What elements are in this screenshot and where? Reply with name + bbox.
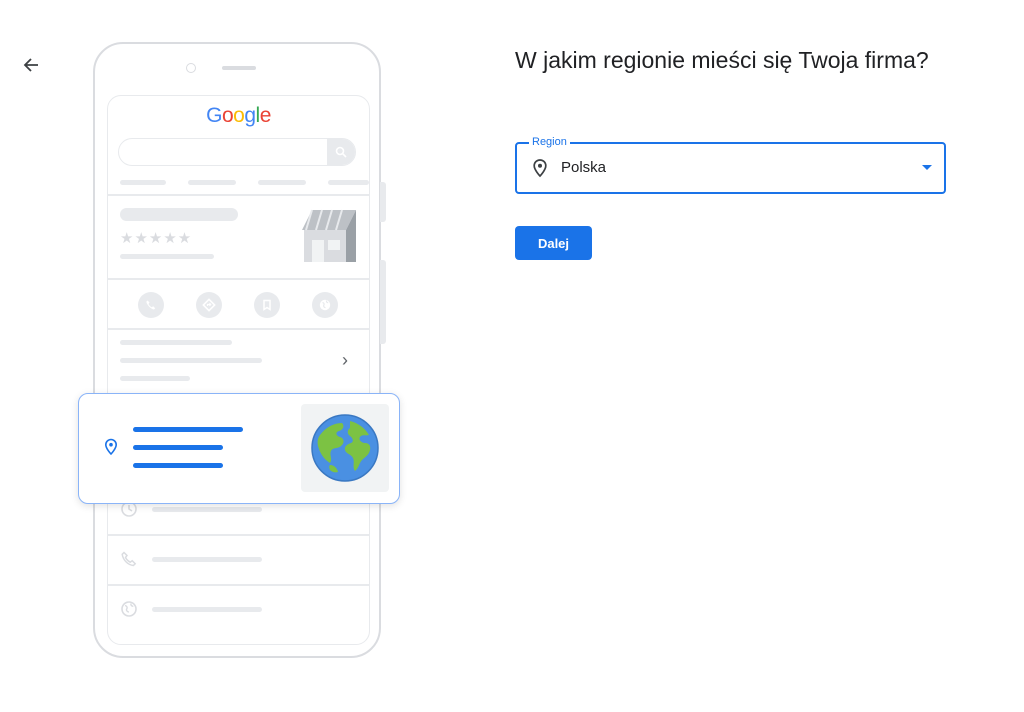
illustration-search-button	[327, 139, 355, 165]
region-label: Region	[529, 135, 570, 149]
placeholder-text-line	[152, 557, 262, 562]
google-logo: Google	[108, 104, 369, 128]
arrow-left-icon	[23, 58, 38, 72]
placeholder-business-name	[120, 208, 238, 221]
phone-side-button	[380, 260, 386, 344]
location-pin-icon	[533, 159, 547, 178]
divider	[108, 584, 369, 586]
placeholder-text-line	[152, 607, 262, 612]
placeholder-tab	[328, 180, 369, 185]
google-logo-letter: G	[206, 104, 222, 127]
phone-camera	[186, 63, 196, 73]
google-logo-letter: e	[259, 104, 272, 127]
dropdown-arrow-icon	[922, 165, 932, 170]
chevron-right-icon: ›	[342, 350, 348, 370]
placeholder-text-line	[152, 507, 262, 512]
storefront-icon	[302, 209, 356, 262]
placeholder-tab	[120, 180, 166, 185]
search-icon	[335, 146, 347, 158]
google-logo-letter: g	[244, 104, 256, 127]
phone-speaker	[222, 66, 256, 70]
website-icon	[312, 292, 338, 318]
divider	[108, 328, 369, 330]
card-text-line	[133, 445, 223, 450]
divider	[108, 278, 369, 280]
page-title: W jakim regionie mieści się Twoja firma?	[515, 47, 929, 73]
phone-side-button	[380, 182, 386, 222]
phone-icon	[120, 550, 138, 573]
back-button[interactable]	[18, 52, 44, 78]
region-select[interactable]: Region Polska	[515, 135, 946, 194]
directions-icon	[196, 292, 222, 318]
illustration-search-bar	[118, 138, 356, 166]
google-logo-letter: o	[221, 104, 234, 127]
card-text-line	[133, 427, 243, 432]
placeholder-tab	[258, 180, 306, 185]
divider	[108, 194, 369, 196]
placeholder-text-line	[120, 358, 262, 363]
google-logo-letter: o	[233, 104, 245, 127]
card-text-line	[133, 463, 223, 468]
placeholder-text-line	[120, 254, 214, 259]
rating-stars: ★★★★★	[120, 230, 193, 247]
region-value: Polska	[561, 159, 607, 176]
bookmark-icon	[254, 292, 280, 318]
placeholder-text-line	[120, 376, 190, 381]
highlight-location-card	[78, 393, 400, 504]
globe-icon	[311, 414, 379, 482]
website-icon	[120, 600, 138, 623]
phone-screen: Google ★★★★★ ›	[107, 95, 370, 645]
next-button[interactable]: Dalej	[515, 226, 592, 260]
placeholder-text-line	[120, 340, 232, 345]
location-pin-icon	[104, 438, 118, 456]
globe-image	[301, 404, 389, 492]
phone-icon	[138, 292, 164, 318]
placeholder-tab	[188, 180, 236, 185]
divider	[108, 534, 369, 536]
